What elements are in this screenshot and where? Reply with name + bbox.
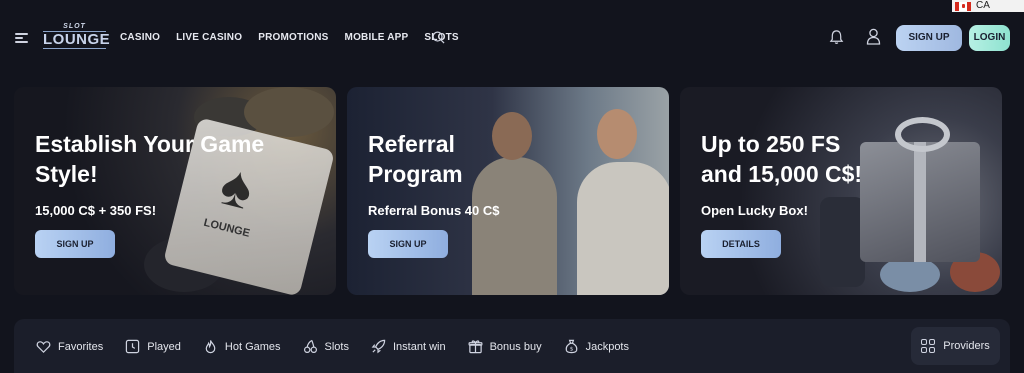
promo-banner-lucky-box[interactable]: Up to 250 FS and 15,000 C$! Open Lucky Bo… [680,87,1002,295]
top-strip [0,0,1024,12]
signup-button[interactable]: SIGN UP [896,25,962,51]
main-nav: CASINO LIVE CASINO PROMOTIONS MOBILE APP… [120,31,475,44]
notification-bell-icon[interactable] [829,29,844,45]
banner-signup-button[interactable]: SIGN UP [368,230,448,258]
logo-top-text: SLOT [63,23,86,30]
canada-flag-icon [955,1,971,11]
providers-button[interactable]: Providers [911,327,1000,365]
locale-selector[interactable]: CA [952,0,1024,12]
rocket-icon [371,339,386,354]
gift-bow-image [895,117,950,152]
banner-subtitle: Referral Bonus 40 C$ [368,203,500,218]
site-header: SLOT LOUNGE CASINO LIVE CASINO PROMOTION… [0,12,1024,64]
nav-live-casino[interactable]: LIVE CASINO [176,32,242,44]
providers-label: Providers [943,340,990,352]
casino-chips-image [820,197,865,287]
filter-favorites[interactable]: Favorites [36,339,103,354]
site-logo[interactable]: SLOT LOUNGE [43,23,111,53]
money-bag-icon: $ [565,339,577,354]
banner-subtitle: Open Lucky Box! [701,203,808,218]
logo-main-text: LOUNGE [43,31,111,49]
filter-played[interactable]: Played [125,339,181,354]
filter-label: Played [147,340,181,353]
svg-text:$: $ [569,346,573,352]
nav-promotions[interactable]: PROMOTIONS [258,32,328,44]
promo-banners: ♠ LOUNGE Establish Your Game Style! 15,00… [14,87,1002,295]
filter-label: Instant win [393,340,446,353]
person-left-image [472,157,557,295]
clock-icon [126,339,140,354]
person-right-image [577,162,669,295]
heart-icon [36,341,51,353]
person-right-head [597,109,637,159]
filter-label: Favorites [58,340,104,353]
gift-icon [468,340,483,354]
search-icon[interactable] [432,31,445,44]
filter-instant-win[interactable]: Instant win [371,339,446,354]
banner-subtitle: 15,000 C$ + 350 FS! [35,203,157,218]
login-button[interactable]: LOGIN [969,25,1010,51]
banner-details-button[interactable]: DETAILS [701,230,781,258]
menu-icon[interactable] [15,33,28,43]
grid-icon [921,339,936,353]
nav-mobile-app[interactable]: MOBILE APP [345,32,409,44]
user-icon[interactable] [866,28,881,45]
person-left-head [492,112,532,160]
game-filter-bar: Favorites Played Hot Games Slots Instant… [14,319,1010,373]
banner-signup-button[interactable]: SIGN UP [35,230,115,258]
promo-banner-game-style[interactable]: ♠ LOUNGE Establish Your Game Style! 15,00… [14,87,336,295]
cherries-icon [303,339,317,354]
banner-title: Referral Program [368,131,463,187]
promo-banner-referral[interactable]: Referral Program Referral Bonus 40 C$ SIG… [347,87,669,295]
banner-title: Establish Your Game Style! [35,131,265,187]
locale-code: CA [976,0,990,11]
casino-chips-image [880,257,940,292]
banner-title: Up to 250 FS and 15,000 C$! [701,131,863,187]
filter-label: Hot Games [224,340,281,353]
filter-label: Slots [324,340,349,353]
filter-label: Jackpots [585,340,629,353]
nav-casino[interactable]: CASINO [120,32,160,44]
gift-box-image [860,142,980,262]
flame-icon [205,340,216,354]
filter-hot-games[interactable]: Hot Games [203,339,281,354]
filter-jackpots[interactable]: $ Jackpots [564,339,629,354]
filter-label: Bonus buy [489,340,542,353]
filter-slots[interactable]: Slots [303,339,349,354]
filter-bonus-buy[interactable]: Bonus buy [468,339,542,354]
